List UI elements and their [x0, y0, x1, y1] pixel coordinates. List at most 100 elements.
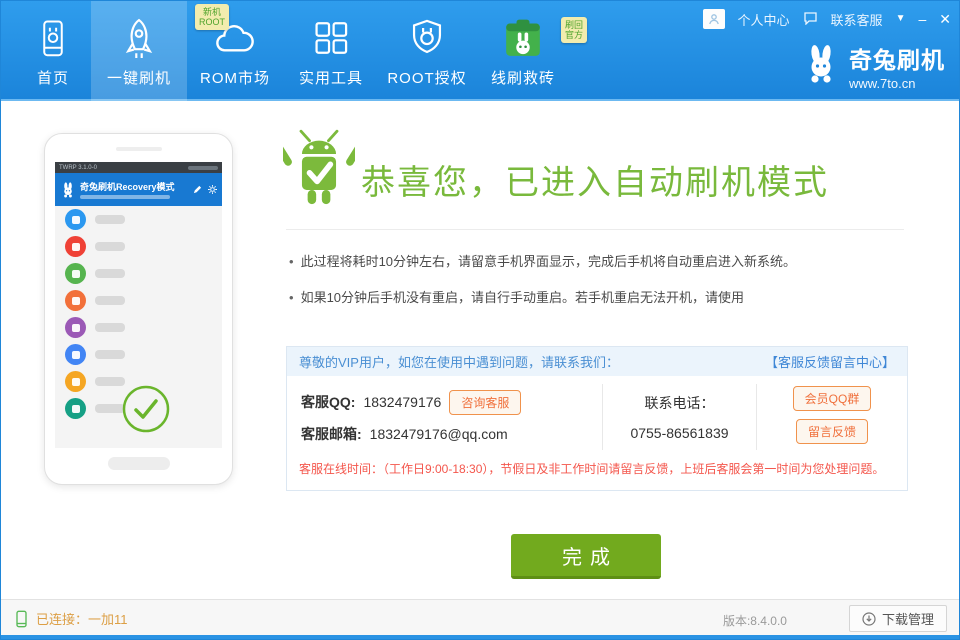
phone-list-item-label-blur — [95, 215, 125, 224]
logo-url: www.7to.cn — [849, 76, 945, 91]
connection-status: 已连接：一加11 — [15, 609, 128, 628]
consult-service-button[interactable]: 咨询客服 — [449, 390, 521, 415]
instruction-item: 此过程将耗时10分钟左右，请留意手机界面显示，完成后手机将自动重启进入新系统。 — [289, 253, 909, 270]
vip-panel-header: 尊敬的VIP用户，如您在使用中遇到问题，请联系我们： 【客服反馈留言中心】 — [287, 347, 907, 376]
rocket-icon — [117, 15, 161, 63]
qq-group-button[interactable]: 会员QQ群 — [793, 386, 872, 411]
phone-list-item — [55, 341, 222, 368]
qq-value: 1832479176 — [363, 394, 441, 410]
vip-contact-panel: 尊敬的VIP用户，如您在使用中遇到问题，请联系我们： 【客服反馈留言中心】 客服… — [286, 346, 908, 491]
top-navigation-bar: 首页 一键刷机 R — [1, 1, 960, 101]
phone-list-item-icon — [65, 236, 86, 257]
phone-value: 0755-86561839 — [603, 418, 756, 448]
app-logo: 奇兔刷机 www.7to.cn — [801, 41, 945, 91]
phone-speaker — [116, 147, 162, 151]
phone-list-item — [55, 287, 222, 314]
nav-label: ROM市场 — [200, 67, 270, 88]
nav-item-root[interactable]: ROOT授权 — [379, 1, 475, 101]
dropdown-arrow-button[interactable]: ▼ — [896, 14, 906, 24]
logo-title: 奇兔刷机 — [849, 41, 945, 75]
qq-label: 客服QQ: — [301, 392, 355, 412]
instruction-list: 此过程将耗时10分钟左右，请留意手机界面显示，完成后手机将自动重启进入新系统。 … — [289, 253, 909, 325]
divider — [286, 229, 904, 230]
phone-list-item-icon — [65, 209, 86, 230]
feedback-button[interactable]: 留言反馈 — [796, 419, 868, 444]
main-content: TWRP 3.1.0-0 奇兔刷机Recovery模式 — [1, 103, 959, 599]
download-icon — [862, 612, 876, 626]
phone-list-item-icon — [65, 344, 86, 365]
phone-list-item — [55, 260, 222, 287]
nav-item-rescue[interactable]: 线刷救砖 — [475, 1, 571, 101]
phone-status-text: TWRP 3.1.0-0 — [59, 165, 97, 171]
phone-list-item-icon — [65, 290, 86, 311]
app-window: 首页 一键刷机 R — [0, 0, 960, 640]
feedback-center-link[interactable]: 【客服反馈留言中心】 — [765, 352, 895, 371]
contact-service-link[interactable]: 联系客服 — [831, 10, 883, 29]
phone-recovery-header: 奇兔刷机Recovery模式 — [55, 173, 222, 206]
user-avatar[interactable] — [703, 9, 725, 29]
phone-label: 联系电话： — [603, 388, 756, 418]
vip-qq-column: 客服QQ: 1832479176 咨询客服 客服邮箱: 1832479176@q… — [287, 376, 602, 458]
phone-list-item-icon — [65, 263, 86, 284]
phone-list-item-label-blur — [95, 296, 125, 305]
recovery-title: 奇兔刷机Recovery模式 — [80, 180, 189, 193]
phone-status-indicators — [188, 166, 218, 170]
badge-rescue-official: 刷回官方 — [561, 17, 587, 43]
phone-list-item — [55, 206, 222, 233]
badge-rom-market: 新机ROOT — [195, 4, 229, 30]
rabbit-logo-icon — [60, 181, 76, 199]
phone-list-item-label-blur — [95, 242, 125, 251]
page-title: 恭喜您，已进入自动刷机模式 — [361, 155, 829, 204]
home-phone-icon — [33, 15, 73, 63]
success-check-icon — [121, 384, 171, 439]
vip-header-text: 尊敬的VIP用户，如您在使用中遇到问题，请联系我们： — [299, 352, 619, 371]
minimize-button[interactable]: – — [918, 12, 926, 26]
nav-label: ROOT授权 — [387, 67, 466, 88]
vip-panel-body: 客服QQ: 1832479176 咨询客服 客服邮箱: 1832479176@q… — [287, 376, 907, 458]
brush-icon — [193, 185, 202, 194]
recovery-subtitle-blur — [80, 195, 170, 199]
phone-list-item-icon — [65, 371, 86, 392]
vip-buttons-column: 会员QQ群 留言反馈 — [757, 376, 907, 458]
gear-icon — [208, 185, 217, 194]
service-hours-notice: 客服在线时间：（工作日9:00-18:30），节假日及非工作时间请留言反馈，上班… — [287, 458, 907, 479]
phone-home-button — [108, 457, 170, 470]
tools-grid-icon — [310, 15, 352, 63]
email-value: 1832479176@qq.com — [370, 426, 508, 442]
nav-items: 首页 一键刷机 R — [15, 1, 571, 101]
android-robot-icon — [283, 127, 355, 220]
phone-list-item-icon — [65, 398, 86, 419]
email-label: 客服邮箱: — [301, 424, 362, 444]
nav-label: 线刷救砖 — [491, 67, 555, 88]
connection-text: 已连接：一加11 — [36, 609, 128, 628]
nav-item-tools[interactable]: 实用工具 — [283, 1, 379, 101]
phone-list-item-icon — [65, 317, 86, 338]
rabbit-logo-icon — [801, 43, 841, 90]
instruction-item: 如果10分钟后手机没有重启，请自行手动重启。若手机重启无法开机，请使用 — [289, 289, 909, 306]
phone-list-item — [55, 314, 222, 341]
rescue-box-rabbit-icon — [501, 15, 545, 63]
window-bottom-edge — [1, 635, 959, 639]
recovery-header-icons — [193, 185, 217, 194]
status-bar: 已连接：一加11 版本:8.4.0.0 下载管理 — [1, 599, 959, 639]
window-controls: 个人中心 联系客服 ▼ – ✕ — [703, 9, 951, 29]
phone-mockup: TWRP 3.1.0-0 奇兔刷机Recovery模式 — [44, 133, 233, 485]
vip-phone-column: 联系电话： 0755-86561839 — [603, 376, 756, 458]
phone-list-item — [55, 233, 222, 260]
phone-screen: TWRP 3.1.0-0 奇兔刷机Recovery模式 — [55, 162, 222, 448]
close-button[interactable]: ✕ — [939, 12, 951, 26]
finish-button[interactable]: 完成 — [511, 534, 661, 579]
nav-label: 一键刷机 — [107, 67, 171, 88]
version-text: 版本:8.4.0.0 — [723, 612, 787, 629]
user-center-link[interactable]: 个人中心 — [738, 10, 790, 29]
phone-list-item-label-blur — [95, 269, 125, 278]
download-manager-button[interactable]: 下载管理 — [849, 605, 947, 632]
nav-item-home[interactable]: 首页 — [15, 1, 91, 101]
chat-bubble-icon — [803, 11, 818, 28]
connected-phone-icon — [15, 610, 28, 628]
phone-list-item-label-blur — [95, 350, 125, 359]
nav-label: 首页 — [37, 67, 69, 88]
phone-list-item-label-blur — [95, 323, 125, 332]
shield-rabbit-icon — [406, 15, 448, 63]
nav-item-one-key-flash[interactable]: 一键刷机 — [91, 1, 187, 101]
